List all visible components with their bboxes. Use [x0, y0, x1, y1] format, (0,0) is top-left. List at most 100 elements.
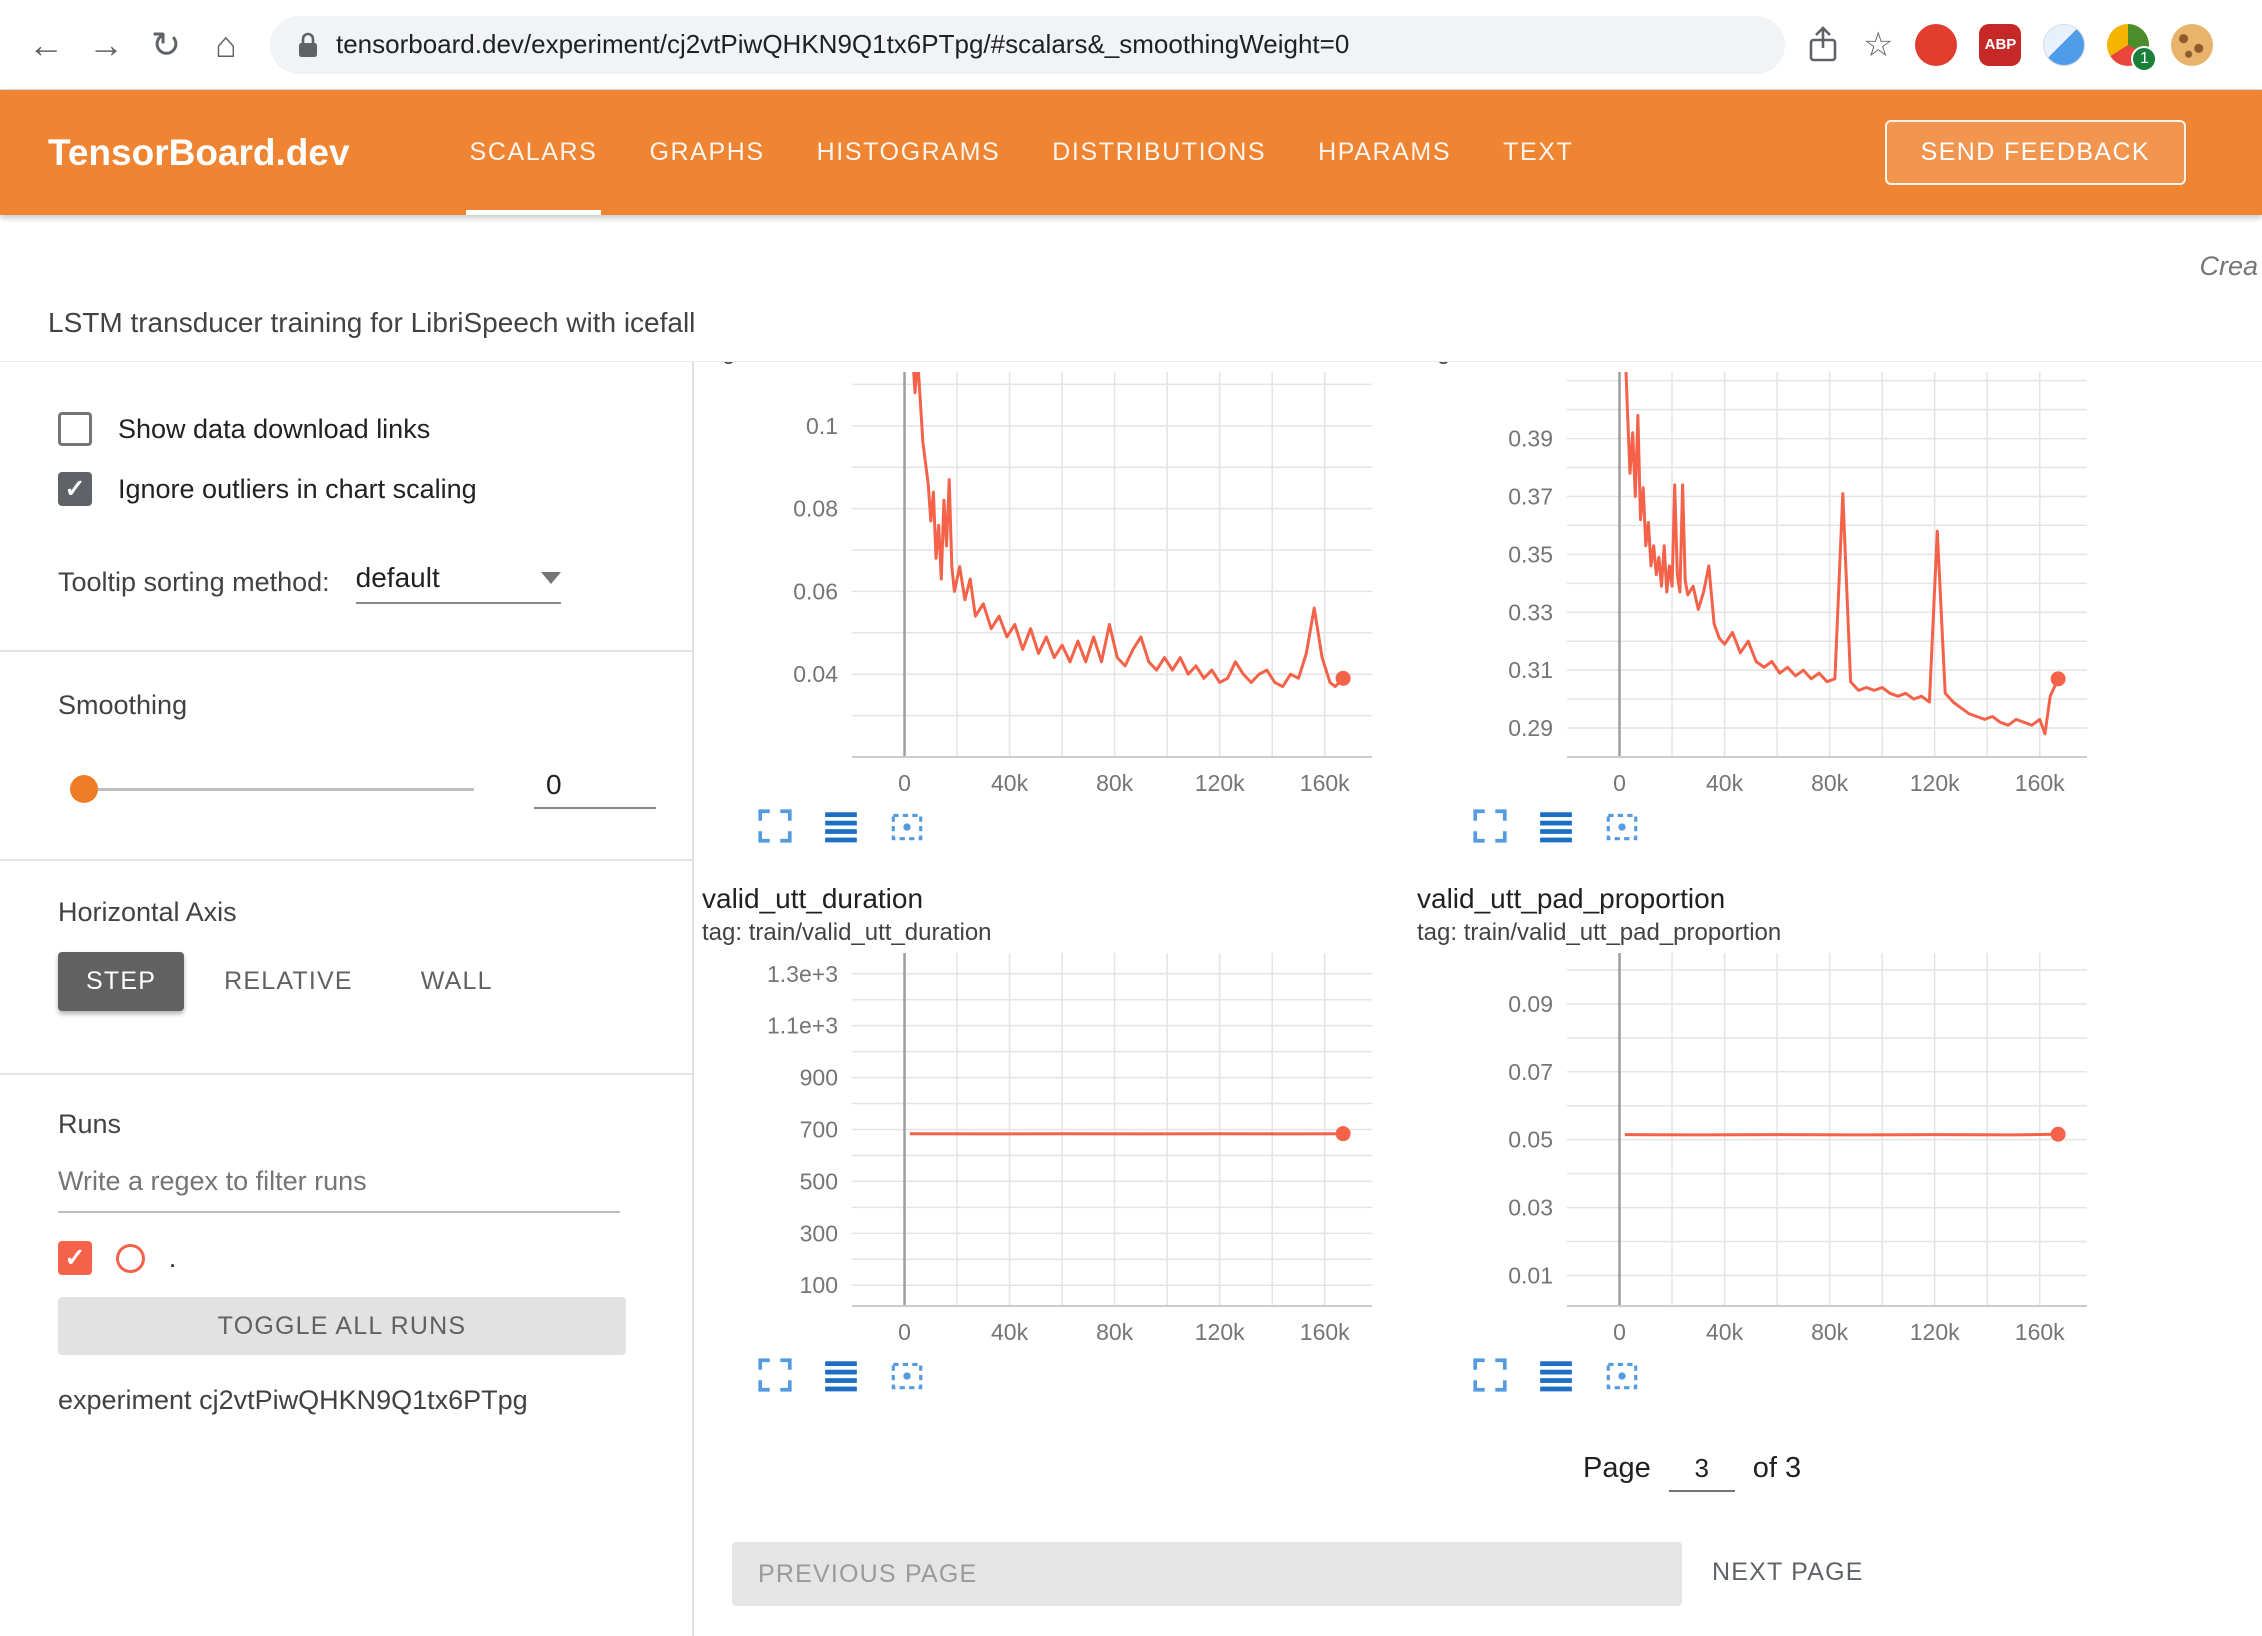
tooltip-sorting-value: default	[356, 562, 440, 594]
previous-page-button[interactable]: PREVIOUS PAGE	[732, 1542, 1682, 1606]
fit-domain-icon[interactable]	[888, 1356, 926, 1394]
svg-text:80k: 80k	[1096, 1319, 1134, 1345]
chart-tag: tag: train/valid_utt_pad_proportion	[1417, 917, 2117, 949]
smoothing-label: Smoothing	[58, 690, 692, 721]
toggle-y-axis-icon[interactable]	[822, 807, 860, 845]
toggle-y-axis-icon[interactable]	[822, 1356, 860, 1394]
back-icon[interactable]: ←	[18, 0, 74, 90]
axis-wall-button[interactable]: WALL	[393, 952, 521, 1011]
profile-avatar[interactable]: 1	[2107, 24, 2149, 66]
smoothing-slider-thumb[interactable]	[70, 775, 98, 803]
adblock-extension-icon[interactable]	[1915, 24, 1957, 66]
svg-text:80k: 80k	[1811, 1319, 1849, 1345]
svg-text:0.39: 0.39	[1508, 426, 1553, 452]
tab-text[interactable]: TEXT	[1503, 90, 1573, 215]
forward-icon[interactable]: →	[78, 0, 134, 90]
run-row: ✓ .	[58, 1241, 692, 1275]
run-name: .	[169, 1243, 176, 1274]
chart-tag-clipped: tag: train/…	[702, 362, 1402, 368]
address-bar[interactable]: tensorboard.dev/experiment/cj2vtPiwQHKN9…	[270, 16, 1785, 74]
nav-tabs: SCALARS GRAPHS HISTOGRAMS DISTRIBUTIONS …	[470, 90, 1574, 215]
tab-distributions[interactable]: DISTRIBUTIONS	[1052, 90, 1266, 215]
axis-step-button[interactable]: STEP	[58, 952, 184, 1011]
svg-text:0.04: 0.04	[793, 661, 838, 687]
svg-text:40k: 40k	[991, 770, 1029, 796]
fit-domain-icon[interactable]	[1603, 807, 1641, 845]
svg-text:40k: 40k	[991, 1319, 1029, 1345]
lock-icon	[296, 30, 320, 60]
scalar-chart-plot[interactable]: 1003005007009001.1e+31.3e+3040k80k120k16…	[702, 953, 1402, 1350]
svg-text:160k: 160k	[2015, 770, 2065, 796]
share-icon[interactable]	[1805, 24, 1841, 66]
divider	[0, 859, 692, 861]
chart-card-top-right: tag: train/… 0.290.310.330.350.370.39040…	[1417, 362, 2117, 845]
smoothing-slider[interactable]	[74, 788, 474, 791]
pagination: Page of 3	[1583, 1452, 1801, 1492]
next-page-button[interactable]: NEXT PAGE	[1712, 1558, 1864, 1587]
expand-chart-icon[interactable]	[1471, 1356, 1509, 1394]
svg-text:0.05: 0.05	[1508, 1127, 1553, 1153]
app-header: TensorBoard.dev SCALARS GRAPHS HISTOGRAM…	[0, 90, 2262, 215]
scalar-chart-plot[interactable]: 0.290.310.330.350.370.39040k80k120k160k	[1417, 372, 2117, 801]
scalar-chart-plot[interactable]: 0.040.060.080.1040k80k120k160k	[702, 372, 1402, 801]
browser-actions: ☆ ABP 1	[1805, 24, 2213, 66]
page-label: Page	[1583, 1452, 1651, 1485]
page-total-label: of 3	[1753, 1452, 1801, 1485]
svg-text:0.33: 0.33	[1508, 599, 1553, 625]
svg-text:1.3e+3: 1.3e+3	[767, 961, 838, 987]
svg-text:900: 900	[800, 1065, 838, 1091]
ignore-outliers-label: Ignore outliers in chart scaling	[118, 474, 477, 505]
tab-hparams[interactable]: HPARAMS	[1318, 90, 1451, 215]
experiment-header: Crea LSTM transducer training for LibriS…	[0, 215, 2262, 361]
smoothing-value-input[interactable]	[534, 769, 656, 809]
svg-text:120k: 120k	[1910, 770, 1960, 796]
svg-text:0.09: 0.09	[1508, 991, 1553, 1017]
send-feedback-button[interactable]: SEND FEEDBACK	[1885, 120, 2186, 185]
chevron-down-icon	[541, 572, 561, 584]
browser-toolbar: ← → ↻ ⌂ tensorboard.dev/experiment/cj2vt…	[0, 0, 2262, 90]
page-number-input[interactable]	[1669, 1453, 1735, 1492]
expand-chart-icon[interactable]	[756, 1356, 794, 1394]
home-icon[interactable]: ⌂	[198, 0, 254, 90]
toggle-y-axis-icon[interactable]	[1537, 1356, 1575, 1394]
abp-label: ABP	[1985, 36, 2017, 53]
toggle-y-axis-icon[interactable]	[1537, 807, 1575, 845]
scalar-chart-plot[interactable]: 0.010.030.050.070.09040k80k120k160k	[1417, 953, 2117, 1350]
expand-chart-icon[interactable]	[1471, 807, 1509, 845]
tooltip-sorting-dropdown[interactable]: default	[356, 562, 561, 604]
ignore-outliers-checkbox[interactable]: ✓	[58, 472, 92, 506]
cookie-extension-icon[interactable]	[2171, 24, 2213, 66]
fit-domain-icon[interactable]	[1603, 1356, 1641, 1394]
show-download-links-checkbox[interactable]	[58, 412, 92, 446]
svg-text:0.03: 0.03	[1508, 1195, 1553, 1221]
svg-text:40k: 40k	[1706, 770, 1744, 796]
svg-text:120k: 120k	[1910, 1319, 1960, 1345]
svg-text:0: 0	[1613, 1319, 1626, 1345]
svg-text:160k: 160k	[2015, 1319, 2065, 1345]
chart-tag: tag: train/valid_utt_duration	[702, 917, 1402, 949]
tab-graphs[interactable]: GRAPHS	[649, 90, 764, 215]
divider	[0, 650, 692, 652]
reload-icon[interactable]: ↻	[138, 0, 194, 90]
svg-text:0: 0	[898, 1319, 911, 1345]
svg-text:0.29: 0.29	[1508, 715, 1553, 741]
svg-text:0.01: 0.01	[1508, 1262, 1553, 1288]
run-color-swatch[interactable]	[116, 1244, 145, 1273]
svg-text:120k: 120k	[1195, 1319, 1245, 1345]
bookmark-star-icon[interactable]: ☆	[1863, 25, 1893, 65]
run-checkbox[interactable]: ✓	[58, 1241, 92, 1275]
fit-domain-icon[interactable]	[888, 807, 926, 845]
blue-extension-icon[interactable]	[2043, 24, 2085, 66]
svg-text:40k: 40k	[1706, 1319, 1744, 1345]
chart-title: valid_utt_pad_proportion	[1417, 881, 2117, 917]
expand-chart-icon[interactable]	[756, 807, 794, 845]
toggle-all-runs-button[interactable]: TOGGLE ALL RUNS	[58, 1297, 626, 1355]
abp-extension-icon[interactable]: ABP	[1979, 24, 2021, 66]
svg-text:0.31: 0.31	[1508, 657, 1553, 683]
svg-text:0.1: 0.1	[806, 413, 838, 439]
axis-relative-button[interactable]: RELATIVE	[196, 952, 381, 1011]
tab-scalars[interactable]: SCALARS	[470, 90, 598, 215]
url-text[interactable]: tensorboard.dev/experiment/cj2vtPiwQHKN9…	[336, 29, 1349, 60]
tab-histograms[interactable]: HISTOGRAMS	[817, 90, 1001, 215]
runs-filter-input[interactable]	[58, 1160, 620, 1213]
